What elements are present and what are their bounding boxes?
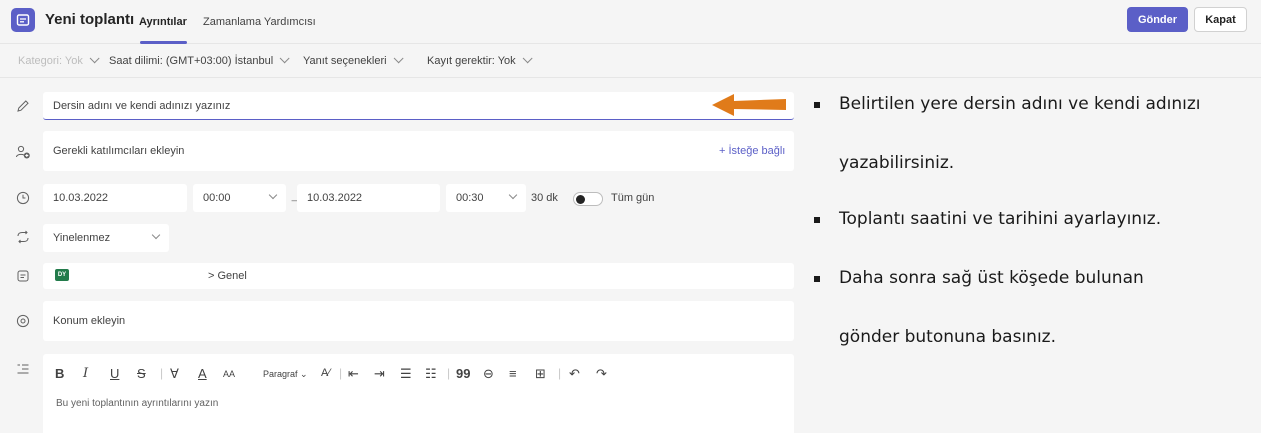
link-icon[interactable]: ⊖ <box>483 366 494 382</box>
italic-icon[interactable]: I <box>83 366 88 381</box>
details-placeholder: Bu yeni toplantının ayrıntılarını yazın <box>56 398 219 409</box>
response-options-label: Yanıt seçenekleri <box>303 55 387 67</box>
clear-format-icon[interactable]: A⁄ <box>321 367 330 379</box>
category-label: Kategori: Yok <box>18 55 83 67</box>
timezone-label: Saat dilimi: (GMT+03:00) İstanbul <box>109 55 274 67</box>
meeting-header: Yeni toplantı Ayrıntılar Zamanlama Yardı… <box>0 0 1261 44</box>
font-color-icon[interactable]: A <box>198 366 207 381</box>
location-placeholder: Konum ekleyin <box>53 315 126 327</box>
toolbar-divider: | <box>160 366 164 380</box>
toolbar-divider: | <box>558 366 562 380</box>
numbered-list-icon[interactable]: ☷ <box>425 366 437 382</box>
team-avatar: DY <box>55 269 69 281</box>
calendar-icon <box>11 8 35 32</box>
chevron-down-icon <box>151 230 161 240</box>
details-icon <box>14 360 32 378</box>
add-person-icon <box>14 143 32 161</box>
quote-icon[interactable]: 99 <box>456 366 470 381</box>
channel-selector[interactable]: DY > Genel <box>43 263 794 289</box>
repeat-value: Yinelenmez <box>53 232 111 244</box>
highlight-icon[interactable]: ∀ <box>170 366 179 382</box>
title-placeholder: Dersin adını ve kendi adınızı yazınız <box>53 99 231 112</box>
bullet-marker <box>814 276 820 282</box>
meeting-title-input[interactable]: Dersin adını ve kendi adınızı yazınız <box>43 92 794 120</box>
instruction-text: Toplantı saatini ve tarihini ayarlayınız… <box>839 209 1162 229</box>
chevron-down-icon <box>522 53 533 64</box>
end-time-dropdown[interactable]: 00:30 <box>446 184 526 212</box>
instruction-text: Daha sonra sağ üst köşede bulunan <box>839 268 1144 288</box>
paragraph-style-label: Paragraf <box>263 369 298 379</box>
category-dropdown[interactable]: Kategori: Yok <box>18 53 100 67</box>
toggle-knob <box>576 195 585 204</box>
undo-icon[interactable]: ↶ <box>569 366 580 382</box>
bulleted-list-icon[interactable]: ☰ <box>400 366 412 382</box>
location-input[interactable]: Konum ekleyin <box>43 301 794 341</box>
end-date-value: 10.03.2022 <box>307 192 363 204</box>
tab-details[interactable]: Ayrıntılar <box>139 16 187 28</box>
attendees-placeholder: Gerekli katılımcıları ekleyin <box>53 145 185 157</box>
instruction-continuation: yazabilirsiniz. <box>839 153 955 173</box>
redo-icon[interactable]: ↷ <box>596 366 607 382</box>
decrease-indent-icon[interactable]: ⇤ <box>348 366 359 382</box>
end-time-value: 00:30 <box>456 192 484 204</box>
optional-attendees-link[interactable]: + İsteğe bağlı <box>719 145 785 157</box>
paragraph-style-dropdown[interactable]: Paragraf ⌄ <box>263 369 308 380</box>
font-size-icon[interactable]: AA <box>223 369 235 379</box>
table-icon[interactable]: ⊞ <box>535 366 546 382</box>
chevron-down-icon <box>508 190 518 200</box>
end-date-picker[interactable]: 10.03.2022 <box>297 184 440 212</box>
tab-scheduling-assistant[interactable]: Zamanlama Yardımcısı <box>203 16 316 28</box>
instruction-continuation: gönder butonuna basınız. <box>839 327 1056 347</box>
chevron-down-icon <box>279 53 290 64</box>
start-date-value: 10.03.2022 <box>53 192 109 204</box>
close-button[interactable]: Kapat <box>1194 7 1247 32</box>
toolbar-divider: | <box>339 366 343 380</box>
channel-path: > Genel <box>208 270 247 282</box>
recording-dropdown[interactable]: Kayıt gerektir: Yok <box>427 53 533 67</box>
strikethrough-icon[interactable]: S <box>137 366 146 381</box>
pencil-icon <box>14 97 32 115</box>
start-time-value: 00:00 <box>203 192 231 204</box>
underline-icon[interactable]: U <box>110 366 119 381</box>
all-day-toggle[interactable] <box>573 192 603 206</box>
start-time-dropdown[interactable]: 00:00 <box>193 184 286 212</box>
active-tab-indicator <box>140 41 187 44</box>
timezone-dropdown[interactable]: Saat dilimi: (GMT+03:00) İstanbul <box>109 53 290 67</box>
repeat-dropdown[interactable]: Yinelenmez <box>43 224 169 252</box>
increase-indent-icon[interactable]: ⇥ <box>374 366 385 382</box>
instruction-text: Belirtilen yere dersin adını ve kendi ad… <box>839 94 1201 114</box>
chevron-down-icon <box>89 53 100 64</box>
response-options-dropdown[interactable]: Yanıt seçenekleri <box>303 53 404 67</box>
location-icon <box>14 312 32 330</box>
align-icon[interactable]: ≡ <box>509 366 517 381</box>
page-title: Yeni toplantı <box>45 11 135 28</box>
attendees-input[interactable]: Gerekli katılımcıları ekleyin <box>43 131 794 171</box>
meeting-options-bar: Kategori: Yok Saat dilimi: (GMT+03:00) İ… <box>0 45 1261 78</box>
annotation-arrow <box>712 94 786 116</box>
bold-icon[interactable]: B <box>55 366 64 381</box>
duration-label: 30 dk <box>531 192 558 204</box>
toolbar-divider: | <box>447 366 451 380</box>
recording-label: Kayıt gerektir: Yok <box>427 55 516 67</box>
bullet-marker <box>814 102 820 108</box>
send-button[interactable]: Gönder <box>1127 7 1188 32</box>
clock-icon <box>14 189 32 207</box>
bullet-marker <box>814 217 820 223</box>
repeat-icon <box>14 228 32 246</box>
channel-icon <box>14 267 32 285</box>
start-date-picker[interactable]: 10.03.2022 <box>43 184 187 212</box>
chevron-down-icon <box>393 53 404 64</box>
meeting-details-editor[interactable]: B I U S | ∀ A AA Paragraf ⌄ A⁄ | ⇤ ⇥ ☰ ☷… <box>43 354 794 433</box>
chevron-down-icon <box>268 190 278 200</box>
all-day-label: Tüm gün <box>611 192 655 204</box>
